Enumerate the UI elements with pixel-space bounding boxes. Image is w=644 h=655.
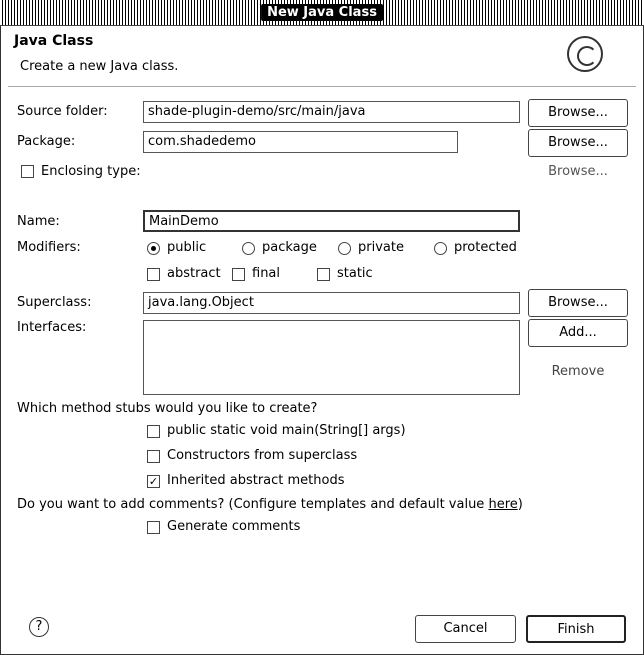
finish-button[interactable]: Finish bbox=[526, 615, 626, 643]
modifier-abstract-checkbox[interactable] bbox=[147, 268, 160, 281]
java-class-wizard-icon bbox=[567, 36, 603, 72]
modifiers-label: Modifiers: bbox=[17, 240, 81, 255]
generate-comments-checkbox[interactable] bbox=[147, 521, 160, 534]
generate-comments-label: Generate comments bbox=[167, 519, 301, 534]
enclosing-type-checkbox[interactable] bbox=[21, 165, 34, 178]
window-title: New Java Class bbox=[261, 4, 383, 21]
stub-main-label: public static void main(String[] args) bbox=[167, 423, 406, 438]
comments-question: Do you want to add comments? (Configure … bbox=[17, 497, 523, 512]
stub-inherited-checkbox[interactable]: ✓ bbox=[147, 475, 160, 488]
source-folder-field[interactable]: shade-plugin-demo/src/main/java bbox=[143, 101, 520, 123]
modifier-final-checkbox[interactable] bbox=[232, 268, 245, 281]
stub-main-checkbox[interactable] bbox=[147, 425, 160, 438]
modifier-public-label: public bbox=[167, 240, 207, 255]
modifier-public-radio[interactable] bbox=[147, 242, 160, 255]
stub-constructors-checkbox[interactable] bbox=[147, 450, 160, 463]
modifier-final-label: final bbox=[252, 266, 281, 281]
help-icon[interactable]: ? bbox=[29, 617, 49, 637]
stub-constructors-label: Constructors from superclass bbox=[167, 448, 358, 463]
modifier-static-label: static bbox=[337, 266, 373, 281]
modifier-package-radio[interactable] bbox=[242, 242, 255, 255]
package-browse-button[interactable]: Browse... bbox=[528, 129, 628, 157]
interfaces-list[interactable] bbox=[143, 320, 520, 395]
comments-question-text: Do you want to add comments? (Configure … bbox=[17, 497, 489, 512]
stub-inherited-label: Inherited abstract methods bbox=[167, 473, 345, 488]
method-stubs-question: Which method stubs would you like to cre… bbox=[17, 401, 318, 416]
modifier-abstract-label: abstract bbox=[167, 266, 221, 281]
comments-question-suffix: ) bbox=[517, 497, 523, 512]
interfaces-label: Interfaces: bbox=[17, 320, 87, 335]
modifier-static-checkbox[interactable] bbox=[317, 268, 330, 281]
page-title: Java Class bbox=[14, 33, 94, 49]
title-bar: New Java Class bbox=[0, 0, 644, 26]
page-description: Create a new Java class. bbox=[20, 59, 179, 74]
source-folder-label: Source folder: bbox=[17, 104, 108, 119]
modifier-private-radio[interactable] bbox=[338, 242, 351, 255]
superclass-browse-button[interactable]: Browse... bbox=[528, 289, 628, 317]
modifier-package-label: package bbox=[262, 240, 317, 255]
name-field[interactable]: MainDemo bbox=[143, 210, 520, 232]
interfaces-add-button[interactable]: Add... bbox=[528, 319, 628, 347]
superclass-field[interactable]: java.lang.Object bbox=[143, 292, 520, 314]
modifier-protected-radio[interactable] bbox=[434, 242, 447, 255]
checkmark-icon: ✓ bbox=[148, 475, 159, 488]
modifier-protected-label: protected bbox=[454, 240, 517, 255]
superclass-label: Superclass: bbox=[17, 295, 92, 310]
cancel-button[interactable]: Cancel bbox=[415, 615, 516, 643]
header-divider bbox=[8, 86, 636, 87]
configure-templates-link[interactable]: here bbox=[488, 497, 517, 512]
source-folder-browse-button[interactable]: Browse... bbox=[528, 99, 628, 127]
modifier-private-label: private bbox=[358, 240, 404, 255]
name-label: Name: bbox=[17, 214, 60, 229]
enclosing-type-browse-button[interactable]: Browse... bbox=[528, 159, 628, 187]
interfaces-remove-button[interactable]: Remove bbox=[528, 359, 628, 387]
enclosing-type-label: Enclosing type: bbox=[41, 164, 141, 179]
package-label: Package: bbox=[17, 134, 76, 149]
package-field[interactable]: com.shadedemo bbox=[143, 131, 458, 153]
